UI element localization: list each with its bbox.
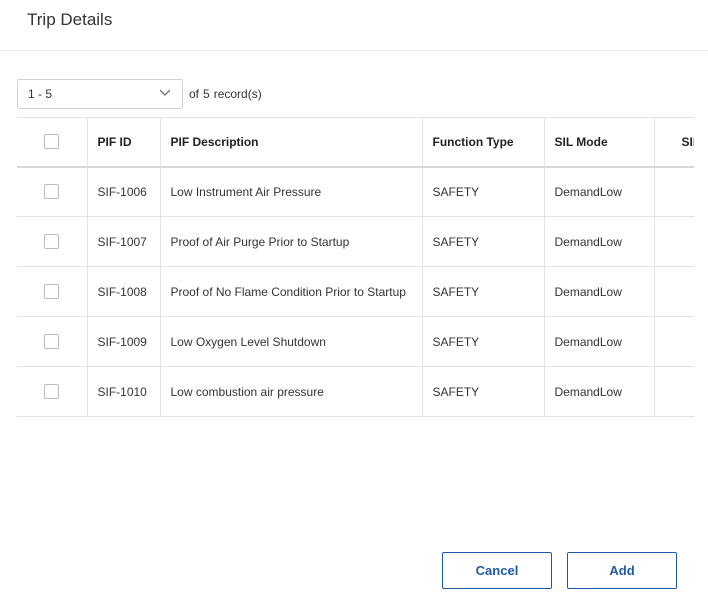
sil-level-cell <box>653 316 694 367</box>
function-type-cell: SAFETY <box>421 316 544 367</box>
pif-id-cell: SIF-1009 <box>86 316 160 367</box>
table-row[interactable]: SIF-1009 Low Oxygen Level Shutdown SAFET… <box>17 316 694 367</box>
dialog-footer: Cancel Add <box>442 552 677 589</box>
sil-mode-cell: DemandLow <box>543 216 654 267</box>
row-checkbox[interactable] <box>44 334 60 350</box>
column-header-pif-id[interactable]: PIF ID <box>86 117 160 168</box>
pif-id-cell: SIF-1008 <box>86 266 160 317</box>
table-row[interactable]: SIF-1008 Proof of No Flame Condition Pri… <box>17 266 694 317</box>
sil-mode-cell: DemandLow <box>543 366 654 417</box>
table-row[interactable]: SIF-1010 Low combustion air pressure SAF… <box>17 366 694 417</box>
column-header-function-type[interactable]: Function Type <box>421 117 544 168</box>
trip-details-grid[interactable]: PIF ID PIF Description Function Type SIL… <box>17 117 694 419</box>
column-header-pif-description[interactable]: PIF Description <box>159 117 422 168</box>
row-select-cell <box>17 317 87 367</box>
record-total: 5 <box>203 87 210 101</box>
pif-table: PIF ID PIF Description Function Type SIL… <box>17 117 694 417</box>
row-checkbox[interactable] <box>44 384 60 400</box>
dialog-title: Trip Details <box>27 10 113 29</box>
sil-level-cell <box>653 216 694 267</box>
function-type-cell: SAFETY <box>421 216 544 267</box>
dialog-header: Trip Details <box>0 0 708 51</box>
row-select-cell <box>17 367 87 417</box>
select-all-cell <box>17 117 87 168</box>
sil-level-cell <box>653 366 694 417</box>
column-header-sil-mode[interactable]: SIL Mode <box>543 117 654 168</box>
sil-mode-cell: DemandLow <box>543 266 654 317</box>
chevron-down-icon <box>160 89 170 96</box>
column-header-sil-level[interactable]: SIL Level <box>653 117 694 168</box>
sil-mode-cell: DemandLow <box>543 316 654 367</box>
pif-description-cell: Proof of No Flame Condition Prior to Sta… <box>159 266 422 317</box>
pif-description-cell: Proof of Air Purge Prior to Startup <box>159 216 422 267</box>
cancel-button[interactable]: Cancel <box>442 552 552 589</box>
row-checkbox[interactable] <box>44 284 60 300</box>
row-select-cell <box>17 217 87 267</box>
function-type-cell: SAFETY <box>421 366 544 417</box>
record-count-text: of 5 record(s) <box>189 87 262 101</box>
sil-level-cell <box>653 166 694 217</box>
row-select-cell <box>17 167 87 217</box>
pager: 1 - 5 of 5 record(s) <box>17 79 262 109</box>
row-checkbox[interactable] <box>44 234 60 250</box>
function-type-cell: SAFETY <box>421 166 544 217</box>
add-button[interactable]: Add <box>567 552 677 589</box>
pif-id-cell: SIF-1007 <box>86 216 160 267</box>
pif-description-cell: Low Instrument Air Pressure <box>159 166 422 217</box>
function-type-cell: SAFETY <box>421 266 544 317</box>
of-label: of <box>189 87 200 101</box>
row-select-cell <box>17 267 87 317</box>
sil-level-cell <box>653 266 694 317</box>
row-checkbox[interactable] <box>44 184 60 200</box>
pif-description-cell: Low combustion air pressure <box>159 366 422 417</box>
table-row[interactable]: SIF-1007 Proof of Air Purge Prior to Sta… <box>17 216 694 267</box>
table-header-row: PIF ID PIF Description Function Type SIL… <box>17 117 694 168</box>
pif-id-cell: SIF-1006 <box>86 166 160 217</box>
sil-mode-cell: DemandLow <box>543 166 654 217</box>
select-all-checkbox[interactable] <box>44 134 60 150</box>
records-label: record(s) <box>213 87 262 101</box>
record-range-value: 1 - 5 <box>28 87 53 101</box>
record-range-dropdown[interactable]: 1 - 5 <box>17 79 183 109</box>
pif-id-cell: SIF-1010 <box>86 366 160 417</box>
pif-description-cell: Low Oxygen Level Shutdown <box>159 316 422 367</box>
table-row[interactable]: SIF-1006 Low Instrument Air Pressure SAF… <box>17 166 694 217</box>
